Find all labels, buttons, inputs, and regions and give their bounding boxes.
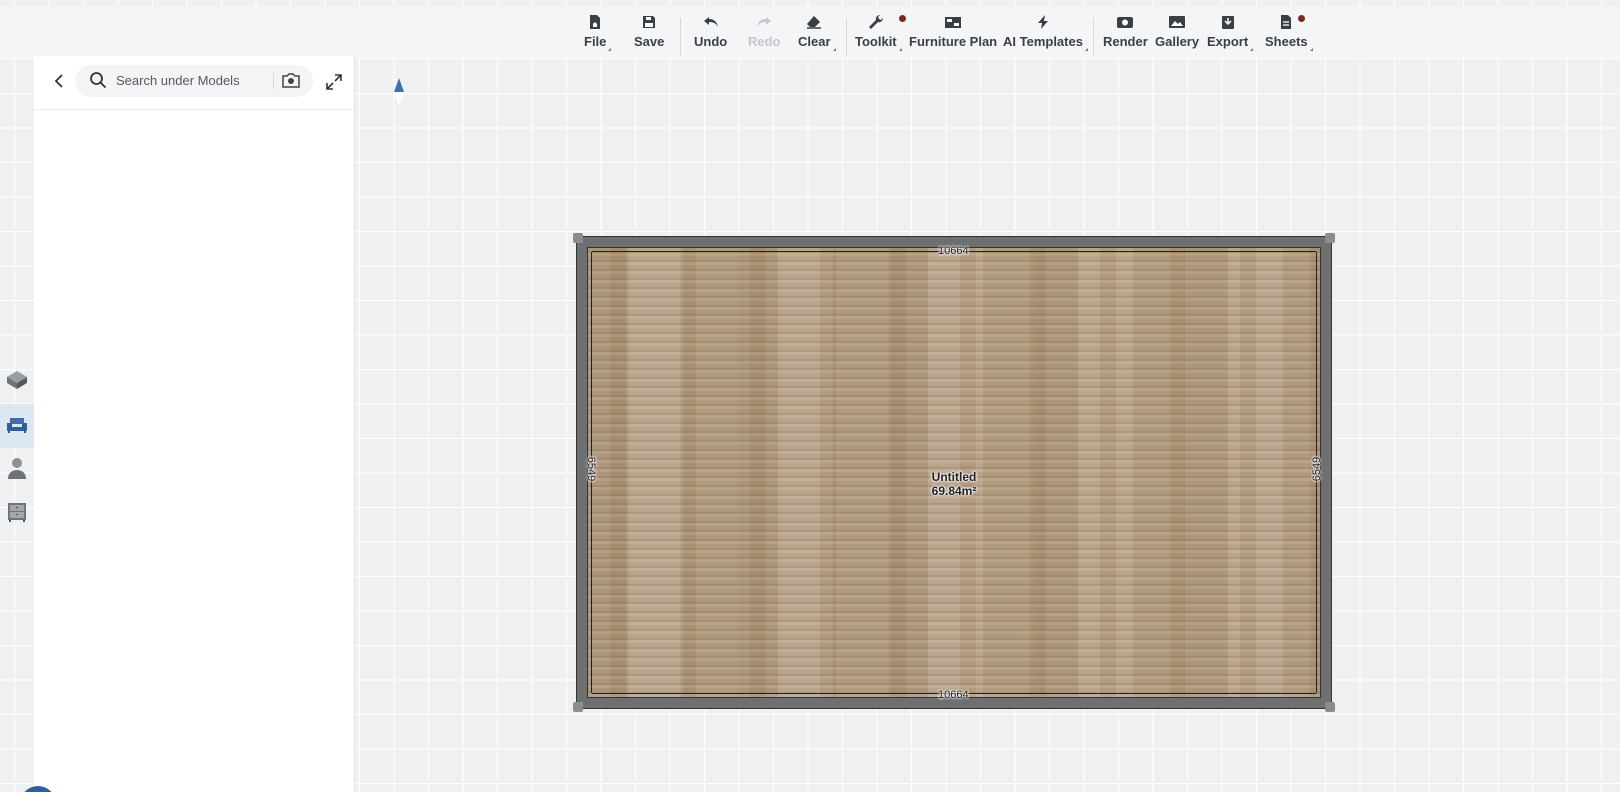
render-button[interactable]: Render [1103, 12, 1148, 56]
redo-label: Redo [748, 34, 781, 49]
room-walls[interactable]: 10664 10664 6549 6549 Untitled 69.84m² [573, 233, 1335, 712]
export-icon [1218, 12, 1238, 32]
panel-header: Search under Models [34, 56, 354, 110]
room-name: Untitled [931, 470, 977, 484]
toolbar-divider [1093, 18, 1094, 56]
redo-icon [754, 12, 774, 32]
rail-item-furniture[interactable] [0, 404, 34, 448]
left-rail [0, 360, 34, 536]
render-label: Render [1103, 34, 1148, 49]
cabinet-icon [5, 500, 29, 529]
clear-label: Clear [798, 34, 831, 49]
person-icon [5, 456, 29, 485]
clear-caret-icon [832, 48, 836, 51]
furniture-plan-label: Furniture Plan [909, 34, 998, 49]
expand-icon[interactable] [325, 73, 343, 96]
furniture-plan-button[interactable]: Furniture Plan [909, 12, 997, 56]
toolkit-label: Toolkit [855, 34, 897, 49]
search-divider [273, 73, 274, 89]
ai-templates-button[interactable]: AI Templates [1003, 12, 1088, 56]
room-label[interactable]: Untitled 69.84m² [588, 470, 1320, 498]
sheets-notification-dot [1298, 15, 1305, 22]
ai-templates-label: AI Templates [1003, 34, 1083, 49]
wall-corner-handle[interactable] [573, 702, 583, 712]
toolkit-caret-icon [898, 48, 902, 51]
search-box[interactable]: Search under Models [75, 65, 313, 97]
redo-button[interactable]: Redo [748, 12, 781, 56]
dimension-bottom: 10664 [938, 689, 969, 701]
room-area: 69.84m² [931, 484, 977, 498]
lightning-icon [1033, 12, 1053, 32]
rail-item-people[interactable] [0, 448, 34, 492]
compass-north-icon[interactable] [393, 78, 405, 113]
eraser-icon [804, 12, 824, 32]
back-button[interactable] [48, 72, 70, 94]
gallery-icon [1167, 12, 1187, 32]
sheets-caret-icon [1309, 48, 1313, 51]
export-button[interactable]: Export [1207, 12, 1254, 56]
wrench-icon [866, 12, 886, 32]
gallery-label: Gallery [1155, 34, 1200, 49]
model-library-panel: Search under Models [34, 56, 355, 792]
file-caret-icon [608, 48, 612, 51]
top-toolbar: File Save Undo Redo Clear Toolkit Furnit… [0, 6, 1620, 58]
save-button[interactable]: Save [634, 12, 664, 56]
toolbar-divider [846, 18, 847, 56]
ai-templates-caret-icon [1084, 48, 1088, 51]
sheets-label: Sheets [1265, 34, 1308, 49]
chevron-left-icon [53, 73, 65, 94]
save-icon [639, 12, 659, 32]
gallery-button[interactable]: Gallery [1155, 12, 1199, 56]
wall-corner-handle[interactable] [1325, 702, 1335, 712]
undo-label: Undo [694, 34, 728, 49]
clear-button[interactable]: Clear [798, 12, 836, 56]
rail-item-structure[interactable] [0, 360, 34, 404]
file-icon [585, 12, 605, 32]
sheets-button[interactable]: Sheets [1265, 12, 1313, 56]
toolkit-notification-dot [899, 15, 906, 22]
search-icon [89, 71, 107, 94]
wall-corner-handle[interactable] [1325, 233, 1335, 243]
export-caret-icon [1250, 48, 1254, 51]
toolbar-divider [680, 18, 681, 56]
rail-item-cabinet[interactable] [0, 492, 34, 536]
export-label: Export [1207, 34, 1249, 49]
cube-icon [5, 369, 29, 396]
toolkit-button[interactable]: Toolkit [855, 12, 906, 56]
sofa-icon [5, 413, 29, 440]
search-input[interactable]: Search under Models [116, 73, 240, 88]
file-button[interactable]: File [584, 12, 612, 56]
save-label: Save [634, 34, 665, 49]
wall-corner-handle[interactable] [573, 233, 583, 243]
furniture-plan-icon [943, 12, 963, 32]
sheets-icon [1276, 12, 1296, 32]
room-floor[interactable]: 10664 10664 6549 6549 Untitled 69.84m² [585, 245, 1323, 701]
undo-icon [701, 12, 721, 32]
render-icon [1115, 12, 1135, 32]
undo-button[interactable]: Undo [694, 12, 727, 56]
dimension-top: 10664 [938, 245, 969, 257]
image-search-camera-icon[interactable] [281, 71, 301, 94]
file-label: File [584, 34, 607, 49]
